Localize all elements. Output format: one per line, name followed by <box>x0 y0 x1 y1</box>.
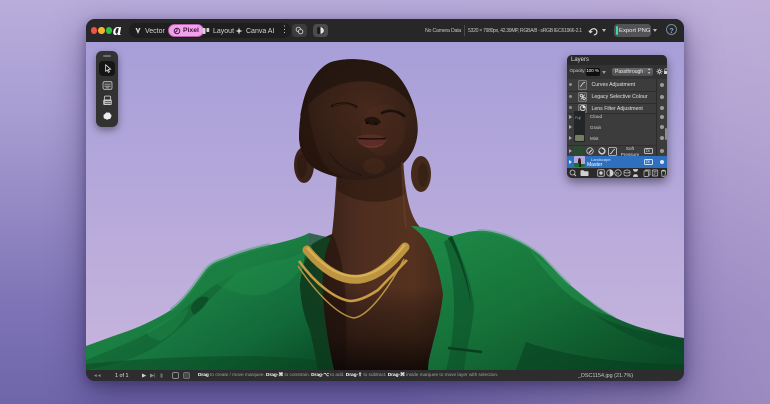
svg-text:fx: fx <box>616 171 619 176</box>
